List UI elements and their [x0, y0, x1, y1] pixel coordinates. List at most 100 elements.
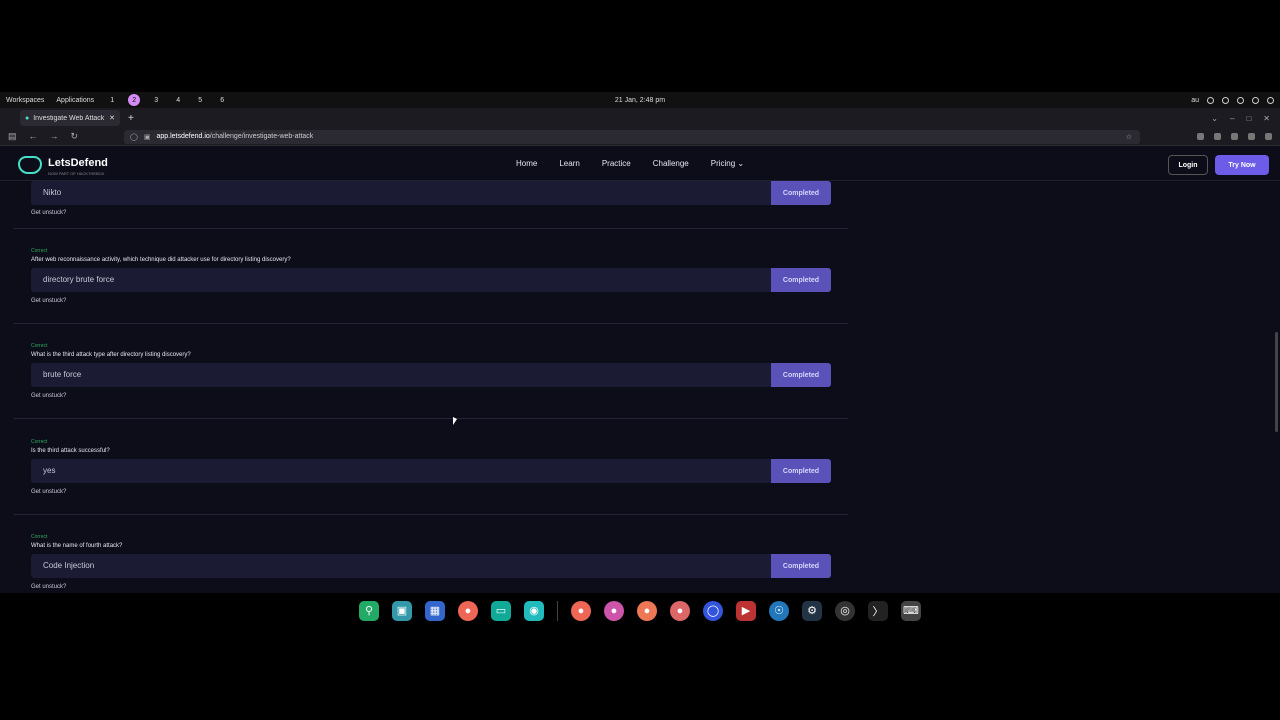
firefox-icon[interactable]: ● — [604, 600, 624, 621]
get-unstuck-link[interactable]: Get unstuck? — [31, 584, 66, 590]
try-now-button[interactable]: Try Now — [1215, 155, 1269, 175]
questions-list: Nikto Completed Get unstuck? Correct Aft… — [14, 181, 848, 591]
forward-icon[interactable]: → — [50, 131, 59, 142]
completed-button[interactable]: Completed — [771, 363, 831, 387]
answer-value: Nikto — [43, 188, 62, 197]
answer-field[interactable]: Nikto Completed — [31, 181, 831, 205]
keyboard-icon[interactable]: ⌨ — [901, 600, 921, 621]
question-text: After web reconnaissance activity, which… — [31, 257, 291, 263]
window-controls: ⌄ – □ ✕ — [1211, 114, 1270, 123]
correct-status: Correct — [31, 248, 48, 254]
dock: ⚲ ▣ ▦ ● ▭ ◉ ● ● ● ● ◯ ▶ ☉ ⚙ ◎ 〉 ⌨ — [0, 593, 1280, 628]
keyboard-layout[interactable]: au — [1191, 97, 1199, 104]
question-text: Is the third attack successful? — [31, 448, 110, 454]
tab-list-icon[interactable]: ⌄ — [1211, 114, 1218, 123]
volume-icon[interactable] — [1237, 96, 1244, 104]
firefox-icon[interactable]: ● — [571, 600, 591, 621]
firefox-icon[interactable]: ● — [637, 600, 657, 621]
files-icon[interactable]: ▭ — [491, 600, 511, 621]
completed-button[interactable]: Completed — [771, 268, 831, 292]
workspace-1[interactable]: 1 — [106, 94, 118, 106]
nav-challenge[interactable]: Challenge — [653, 159, 689, 168]
question-card: Correct After web reconnaissance activit… — [14, 229, 848, 324]
steam-icon[interactable]: ⚙ — [802, 600, 822, 621]
get-unstuck-link[interactable]: Get unstuck? — [31, 489, 66, 495]
network-icon[interactable] — [1207, 96, 1214, 104]
extension-icon[interactable] — [1197, 133, 1204, 140]
answer-value: directory brute force — [43, 275, 115, 284]
dock-separator — [557, 600, 558, 621]
search-icon[interactable]: ⚲ — [359, 600, 379, 621]
correct-status: Correct — [31, 534, 48, 540]
extension-icon[interactable] — [1231, 133, 1238, 140]
completed-button[interactable]: Completed — [771, 181, 831, 205]
answer-field[interactable]: Code Injection Completed — [31, 554, 831, 578]
battery-icon[interactable] — [1252, 96, 1259, 104]
url-host: app.letsdefend.io — [156, 133, 210, 140]
url-text[interactable]: app.letsdefend.io/challenge/investigate-… — [156, 133, 313, 140]
extension-icon[interactable] — [1214, 133, 1221, 140]
new-tab-icon[interactable]: + — [128, 113, 134, 124]
reload-icon[interactable]: ↻ — [71, 131, 79, 142]
workspace-2[interactable]: 2 — [128, 94, 141, 106]
account-icon[interactable] — [1248, 133, 1255, 140]
bluetooth-icon[interactable] — [1222, 96, 1229, 104]
nav-home[interactable]: Home — [516, 159, 537, 168]
firefox-icon[interactable]: ● — [458, 600, 478, 621]
minimize-icon[interactable]: – — [1230, 114, 1234, 123]
workspace-4[interactable]: 4 — [172, 94, 184, 106]
get-unstuck-link[interactable]: Get unstuck? — [31, 298, 66, 304]
applications-button[interactable]: Applications — [56, 97, 94, 104]
sidebar-icon[interactable]: ▤ — [8, 131, 17, 142]
lock-icon[interactable]: ▣ — [144, 133, 151, 141]
firefox-icon[interactable]: ● — [670, 600, 690, 621]
answer-field[interactable]: directory brute force Completed — [31, 268, 831, 292]
question-text: What is the name of fourth attack? — [31, 543, 123, 549]
media-icon[interactable]: ▶ — [736, 600, 756, 621]
brand-subtitle: NOW PART OF HACKTHEBOX — [48, 171, 105, 176]
maximize-icon[interactable]: □ — [1246, 114, 1251, 123]
bookmark-star-icon[interactable]: ☆ — [1126, 133, 1132, 141]
obs-icon[interactable]: ◎ — [835, 600, 855, 621]
tab-favicon-icon: ● — [25, 114, 30, 122]
correct-status: Correct — [31, 439, 48, 445]
menu-icon[interactable] — [1265, 133, 1272, 140]
browser-icon[interactable]: ☉ — [769, 600, 789, 621]
signal-icon[interactable]: ◯ — [703, 600, 723, 621]
workspace-6[interactable]: 6 — [216, 94, 228, 106]
back-icon[interactable]: ← — [29, 131, 38, 142]
nav-learn[interactable]: Learn — [559, 159, 579, 168]
tab-title: Investigate Web Attack - L — [33, 114, 105, 122]
workspace-5[interactable]: 5 — [194, 94, 206, 106]
browser-tab[interactable]: ● Investigate Web Attack - L ✕ — [20, 110, 120, 126]
close-window-icon[interactable]: ✕ — [1263, 114, 1270, 123]
answer-field[interactable]: brute force Completed — [31, 363, 831, 387]
get-unstuck-link[interactable]: Get unstuck? — [31, 210, 66, 216]
workspace-3[interactable]: 3 — [150, 94, 162, 106]
question-text: What is the third attack type after dire… — [31, 352, 191, 358]
close-tab-icon[interactable]: ✕ — [109, 114, 115, 122]
completed-button[interactable]: Completed — [771, 554, 831, 578]
brand-name: LetsDefend — [48, 157, 108, 169]
letsdefend-logo[interactable]: LetsDefend NOW PART OF HACKTHEBOX — [18, 153, 108, 176]
answer-field[interactable]: yes Completed — [31, 459, 831, 483]
browser-tab-bar: ● Investigate Web Attack - L ✕ + ⌄ – □ ✕ — [0, 108, 1280, 128]
get-unstuck-link[interactable]: Get unstuck? — [31, 393, 66, 399]
login-button[interactable]: Login — [1168, 155, 1208, 175]
url-bar[interactable]: ◯ ▣ app.letsdefend.io/challenge/investig… — [124, 129, 1140, 144]
shield-icon[interactable]: ◯ — [130, 133, 138, 141]
power-icon[interactable] — [1267, 96, 1274, 104]
question-card: Nikto Completed Get unstuck? — [14, 181, 848, 229]
app-grid-icon[interactable]: ▦ — [425, 600, 445, 621]
nav-pricing[interactable]: Pricing — [711, 159, 744, 168]
page-scrollbar[interactable] — [1275, 332, 1278, 432]
terminal-icon[interactable]: 〉 — [868, 600, 888, 621]
desktop-screen: Workspaces Applications 1 2 3 4 5 6 21 J… — [0, 92, 1280, 628]
camera-icon[interactable]: ◉ — [524, 600, 544, 621]
question-card: Correct What is the name of fourth attac… — [14, 515, 848, 591]
window-icon[interactable]: ▣ — [392, 600, 412, 621]
workspaces-button[interactable]: Workspaces — [6, 97, 44, 104]
url-path: /challenge/investigate-web-attack — [209, 133, 314, 140]
nav-practice[interactable]: Practice — [602, 159, 631, 168]
completed-button[interactable]: Completed — [771, 459, 831, 483]
